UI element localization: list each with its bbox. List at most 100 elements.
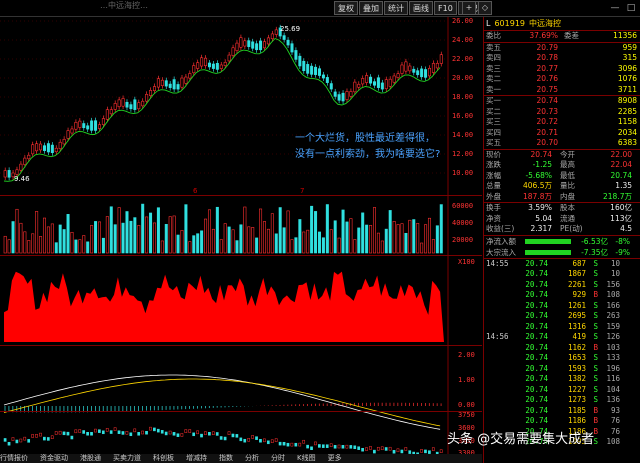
ask-row[interactable]: 卖四 20.78 315 bbox=[484, 53, 640, 64]
index-candle bbox=[384, 447, 388, 451]
bid-row[interactable]: 买一 20.74 8908 bbox=[484, 96, 640, 107]
tick-price: 20.74 bbox=[525, 279, 548, 289]
tick-price: 20.74 bbox=[525, 395, 548, 404]
candle-body bbox=[109, 109, 113, 115]
bottom-tabs: 行情报价 资金驱动 港股通 买卖力道 科创板 增减持 指数 分析 分时 K线图 … bbox=[0, 454, 482, 463]
candle-body bbox=[27, 154, 31, 160]
volume-bar bbox=[239, 224, 243, 254]
volume-bar bbox=[58, 224, 62, 254]
volume-bar bbox=[306, 229, 310, 254]
tick-time bbox=[484, 374, 514, 385]
stat-label: 量比 bbox=[560, 181, 575, 190]
volume-bar bbox=[152, 222, 156, 254]
volume-bar bbox=[35, 211, 39, 254]
index-candle bbox=[223, 436, 227, 441]
tab-index[interactable]: 指数 bbox=[219, 454, 233, 463]
diamond-icon[interactable]: ◇ bbox=[478, 1, 492, 15]
candle-body bbox=[243, 40, 247, 47]
chart-comment: 一个大烂货，股性最近差得很， 没有一点利索劲，我为啥要选它? bbox=[295, 131, 480, 163]
index-candle bbox=[365, 447, 368, 451]
fuquan-button[interactable]: 复权 bbox=[334, 1, 358, 15]
ask-row[interactable]: 卖一 20.75 3711 bbox=[484, 85, 640, 96]
tab-star-market[interactable]: 科创板 bbox=[153, 454, 174, 463]
tick-side: B bbox=[593, 342, 598, 352]
index-candle bbox=[341, 445, 345, 449]
tick-time bbox=[484, 385, 514, 396]
tick-count: 10 bbox=[610, 269, 620, 278]
stat-label: 换手 bbox=[486, 203, 501, 212]
tab-more[interactable]: 更多 bbox=[328, 454, 342, 463]
candle-body bbox=[298, 55, 302, 67]
candle-body bbox=[3, 170, 7, 178]
tick-volume: 929 bbox=[572, 290, 586, 299]
tick-time bbox=[484, 343, 514, 354]
stat-label: 股本 bbox=[560, 203, 575, 212]
candle-body bbox=[211, 63, 215, 69]
volume-bar bbox=[172, 215, 176, 254]
volume-bar bbox=[219, 239, 223, 254]
candle-body bbox=[408, 65, 412, 72]
f10-button[interactable]: F10 bbox=[434, 1, 457, 15]
tick-price: 20.74 bbox=[525, 353, 548, 362]
volume-bar bbox=[74, 239, 78, 254]
tab-kline[interactable]: K线图 bbox=[297, 454, 316, 463]
bid-row[interactable]: 买三 20.72 1158 bbox=[484, 117, 640, 128]
tab-capital[interactable]: 资金驱动 bbox=[40, 454, 68, 463]
volume-bar bbox=[39, 236, 43, 254]
candle-body bbox=[156, 78, 160, 88]
ask-row[interactable]: 卖三 20.77 3096 bbox=[484, 64, 640, 75]
index-candle bbox=[15, 439, 19, 444]
volume-bar bbox=[105, 216, 109, 254]
crosshair-icon[interactable]: + bbox=[462, 1, 476, 15]
bid-row[interactable]: 买二 20.73 2285 bbox=[484, 107, 640, 118]
tab-holdings[interactable]: 增减持 bbox=[186, 454, 207, 463]
stat-label: 涨幅 bbox=[486, 170, 501, 180]
candle-body bbox=[168, 83, 172, 88]
tick-time bbox=[484, 364, 514, 375]
maximize-icon[interactable]: □ bbox=[624, 0, 638, 16]
bid-volume: 8908 bbox=[617, 96, 637, 105]
fundamentals-block: 换手 3.59% 股本 160亿 净资 5.04 流通 113亿 收益(三) 2.317 PE(动)… bbox=[484, 203, 640, 235]
volume-bar bbox=[46, 226, 50, 254]
volume-bar bbox=[223, 223, 227, 254]
index-candle bbox=[388, 446, 392, 451]
tab-analysis[interactable]: 分析 bbox=[245, 454, 259, 463]
bid-row[interactable]: 买五 20.70 6383 bbox=[484, 138, 640, 149]
index-candle bbox=[235, 434, 239, 438]
index-candle bbox=[94, 428, 97, 433]
volume-bar bbox=[188, 241, 192, 254]
overlay-button[interactable]: 叠加 bbox=[359, 1, 383, 15]
index-candle bbox=[82, 430, 86, 434]
index-candle bbox=[345, 444, 349, 449]
candle-body bbox=[266, 37, 270, 45]
stock-code: 601919 bbox=[494, 19, 526, 28]
volume-bar bbox=[416, 223, 420, 254]
minimize-icon[interactable]: — bbox=[608, 0, 622, 16]
volume-bar bbox=[251, 227, 255, 254]
stat-label: 最低 bbox=[560, 170, 575, 180]
index-candle bbox=[54, 431, 58, 435]
tab-quotes[interactable]: 行情报价 bbox=[0, 454, 28, 463]
volume-y-label: 40000 bbox=[452, 219, 474, 227]
ask-row[interactable]: 卖五 20.79 959 bbox=[484, 43, 640, 54]
tab-intraday[interactable]: 分时 bbox=[271, 454, 285, 463]
stat-label: PE(动) bbox=[560, 224, 583, 233]
tick-list[interactable]: 14:55 20.74 687 S 10 20.74 1867 S 10 20.74 2261 S 15… bbox=[484, 259, 640, 448]
volume-bar bbox=[392, 221, 396, 254]
stats-button[interactable]: 统计 bbox=[384, 1, 408, 15]
draw-line-button[interactable]: 画线 bbox=[409, 1, 433, 15]
low-price-label: 9.46 bbox=[14, 175, 30, 183]
candle-body bbox=[113, 103, 117, 110]
chart-area[interactable]: 26.00 24.00 22.00 20.00 18.00 16.00 14.0… bbox=[0, 17, 482, 463]
candle-body bbox=[227, 54, 231, 62]
tab-hk-connect[interactable]: 港股通 bbox=[80, 454, 101, 463]
tick-count: 108 bbox=[606, 437, 620, 446]
volume-bar bbox=[278, 207, 282, 254]
volume-bar bbox=[207, 209, 211, 254]
bid-price: 20.73 bbox=[536, 106, 558, 116]
ask-row[interactable]: 卖二 20.76 1076 bbox=[484, 74, 640, 85]
tab-force[interactable]: 买卖力道 bbox=[113, 454, 141, 463]
bid-row[interactable]: 买四 20.71 2034 bbox=[484, 128, 640, 139]
ask-price: 20.78 bbox=[536, 53, 558, 62]
volume-bar bbox=[125, 211, 129, 254]
